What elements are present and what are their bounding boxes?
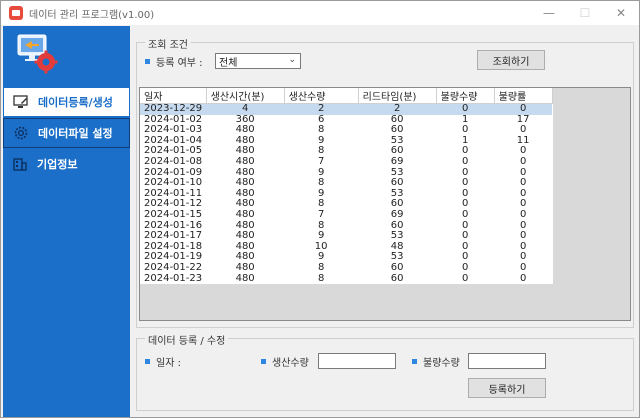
sidebar-item-label: 데이터등록/생성 [38,96,113,109]
building-icon [11,155,29,173]
column-header-production-qty[interactable]: 생산수량 [284,88,359,104]
app-window: 데이터 관리 프로그램(v1.00) — ☐ ✕ 데이터등록/생성 데이터파일 … [0,0,640,418]
title-bar[interactable]: 데이터 관리 프로그램(v1.00) — ☐ ✕ [1,1,639,25]
table-cell: 4 [206,103,285,115]
production-qty-input[interactable] [318,353,396,369]
table-row[interactable]: 2024-01-08 480 7 69 0 0 [140,155,552,168]
filter-label-row: 등록 여부 : [145,53,203,69]
date-label-row: 일자 : [145,353,181,369]
production-qty-label: 생산수량 [272,357,309,369]
column-header-defect-qty[interactable]: 불량수량 [436,88,495,104]
bullet-icon [261,358,266,364]
column-header-production-time[interactable]: 생산시간(분) [206,88,285,104]
table-cell: 60 [390,272,404,284]
app-icon [9,6,23,20]
table-cell: 0 [461,208,469,220]
registration-filter-select[interactable]: 전체 ⌄ [215,53,301,69]
table-cell: 2024-01-08 [144,155,203,167]
table-row[interactable]: 2023-12-29 4 2 2 0 0 [140,103,553,115]
column-header-defect-rate[interactable]: 불량률 [494,88,553,104]
table-cell: 0 [461,261,469,273]
table-cell: 69 [390,155,404,167]
sidebar-item-company-info[interactable]: 기업정보 [3,149,130,179]
table-cell: 7 [317,208,325,220]
search-button[interactable]: 조회하기 [477,50,545,70]
date-label: 일자 : [156,357,181,369]
table-cell: 2024-01-15 [144,208,203,220]
table-cell: 480 [235,155,255,167]
table-cell: 69 [390,208,404,220]
maximize-button[interactable]: ☐ [567,1,603,25]
table-header-row: 일자 생산시간(분) 생산수량 리드타임(분) 불량수량 불량률 [140,88,553,104]
data-table[interactable]: 일자 생산시간(분) 생산수량 리드타임(분) 불량수량 불량률 2023-12… [139,87,631,321]
entry-group-title: 데이터 등록 / 수정 [145,332,229,347]
sidebar-item-label: 데이터파일 설정 [38,127,113,140]
table-cell: 0 [519,155,527,167]
query-group-title: 조회 조건 [145,36,191,51]
sidebar-item-data-register[interactable]: 데이터등록/생성 [3,87,130,117]
defect-qty-label: 불량수량 [423,357,460,369]
table-cell: 2024-01-23 [144,272,203,284]
table-cell: 0 [461,272,469,284]
register-button[interactable]: 등록하기 [468,378,546,398]
monitor-gear-icon [17,34,58,74]
column-header-lead-time[interactable]: 리드타임(분) [358,88,437,104]
column-header-date[interactable]: 일자 [140,88,207,104]
table-cell: 7 [317,155,325,167]
table-cell: 8 [317,272,325,284]
monitor-edit-icon [12,93,30,111]
table-cell: 60 [390,261,404,273]
table-cell: 0 [436,103,495,115]
minimize-button[interactable]: — [531,1,567,25]
sidebar: 데이터등록/생성 데이터파일 설정 기업정보 [3,26,130,417]
table-row[interactable]: 2024-01-23 480 8 60 0 0 [140,272,552,285]
chevron-down-icon: ⌄ [288,55,296,65]
table-cell: 0 [519,261,527,273]
defect-label-row: 불량수량 [412,353,460,369]
sidebar-item-datafile-settings[interactable]: 데이터파일 설정 [3,118,130,148]
close-button[interactable]: ✕ [603,1,639,25]
window-title: 데이터 관리 프로그램(v1.00) [29,9,155,21]
table-body: 2023-12-29 4 2 2 0 0 2024-01-02 360 6 60 1 17 2024-0… [140,103,553,285]
table-cell: 2023-12-29 [140,103,207,115]
window-controls: — ☐ ✕ [531,1,639,25]
table-cell: 0 [494,103,553,115]
defect-qty-input[interactable] [468,353,546,369]
sidebar-item-label: 기업정보 [37,158,78,171]
bullet-icon [145,58,150,64]
table-row[interactable]: 2024-01-22 480 8 60 0 0 [140,261,552,274]
table-cell: 480 [235,272,255,284]
table-cell: 0 [519,272,527,284]
table-cell: 8 [317,261,325,273]
table-cell: 480 [235,208,255,220]
entry-group: 데이터 등록 / 수정 [136,332,634,411]
table-cell: 2024-01-22 [144,261,203,273]
bullet-icon [412,358,417,364]
table-row[interactable]: 2024-01-15 480 7 69 0 0 [140,208,552,221]
table-cell: 0 [519,208,527,220]
table-cell: 2 [284,103,359,115]
filter-label: 등록 여부 : [156,57,203,69]
table-cell: 0 [461,155,469,167]
filter-select-value: 전체 [219,57,238,69]
table-cell: 2 [358,103,437,115]
gear-icon [12,124,30,142]
bullet-icon [145,358,150,364]
qty-label-row: 생산수량 [261,353,309,369]
table-cell: 480 [235,261,255,273]
